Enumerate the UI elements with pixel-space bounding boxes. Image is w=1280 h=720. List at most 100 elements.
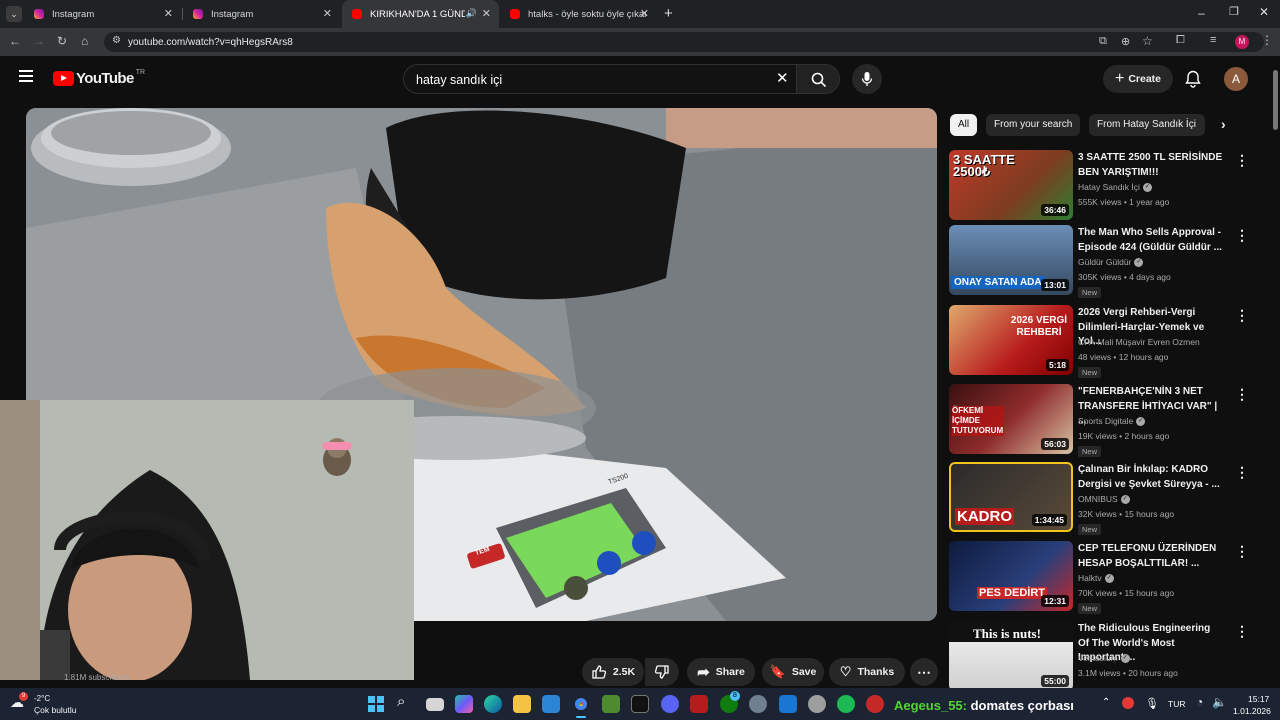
close-tab-icon[interactable]: ✕ <box>482 7 491 20</box>
save-button[interactable]: 🔖 Save <box>762 658 824 686</box>
more-actions-icon[interactable]: ⋮ <box>1235 464 1249 481</box>
close-tab-icon[interactable]: ✕ <box>164 7 173 20</box>
close-tab-icon[interactable]: ✕ <box>640 7 649 20</box>
more-actions-icon[interactable]: ⋮ <box>1235 307 1249 324</box>
voice-search-button[interactable] <box>852 64 882 94</box>
like-button[interactable]: 2.5K <box>582 658 644 686</box>
dislike-button[interactable] <box>645 658 679 686</box>
minimize-window-button[interactable]: – <box>1198 6 1205 20</box>
video-thumbnail[interactable]: ONAY SATAN ADA 13:01 <box>949 225 1073 295</box>
recommendation-item[interactable]: ONAY SATAN ADA 13:01 The Man Who Sells A… <box>949 225 1259 298</box>
chip-all[interactable]: All <box>950 114 978 136</box>
channel-name[interactable]: Sports Digitale ✓ <box>1078 416 1146 427</box>
install-app-icon[interactable]: ⧉ <box>1099 35 1107 48</box>
task-view-icon[interactable] <box>426 698 444 711</box>
address-bar[interactable]: ⚙ youtube.com/watch?v=qhHegsRArs8 <box>104 32 1264 52</box>
chip-from-your-search[interactable]: From your search <box>986 114 1081 136</box>
more-options-button[interactable]: ⋯ <box>910 658 938 686</box>
browser-tab-instagram-2[interactable]: Instagram ✕ <box>183 0 340 28</box>
bookmark-star-icon[interactable]: ☆ <box>1142 34 1153 48</box>
new-tab-button[interactable]: + <box>664 5 673 22</box>
clock-date[interactable]: 1.01.2026 <box>1233 706 1271 716</box>
chips-next-icon[interactable]: › <box>1221 116 1226 132</box>
page-scrollbar[interactable] <box>1270 56 1280 688</box>
video-title[interactable]: CEP TELEFONU ÜZERİNDEN HESAP BOŞALTTILAR… <box>1078 542 1223 571</box>
app-icon[interactable] <box>808 695 826 713</box>
browser-tab-youtube-active[interactable]: KIRIKHAN'DA 1 GÜNDE NE 🔊 ✕ <box>342 0 499 28</box>
share-button[interactable]: ➦ Share <box>687 658 755 686</box>
reload-icon[interactable]: ↻ <box>57 34 67 48</box>
app-icon[interactable] <box>866 695 884 713</box>
recommendation-item[interactable]: ÖFKEMİ İÇİMDE TUTUYORUM 56:03 "FENERBAHÇ… <box>949 384 1259 457</box>
recommendation-item[interactable]: 2026 VERGİ REHBERİ 5:18 2026 Vergi Rehbe… <box>949 305 1259 378</box>
tab-search-button[interactable]: ⌄ <box>6 6 22 22</box>
video-title[interactable]: The Man Who Sells Approval - Episode 424… <box>1078 226 1223 255</box>
input-language[interactable]: TUR <box>1168 699 1185 709</box>
back-icon[interactable]: ← <box>9 34 21 48</box>
forward-icon[interactable]: → <box>33 34 45 48</box>
channel-name[interactable]: CPA-Mali Müşavir Evren Ozmen <box>1078 337 1200 347</box>
copilot-icon[interactable] <box>455 695 473 713</box>
profile-avatar[interactable]: M <box>1235 35 1249 49</box>
zoom-icon[interactable]: ⊕ <box>1121 35 1130 48</box>
account-avatar[interactable]: A <box>1224 67 1248 91</box>
media-controls-icon[interactable]: ≡ <box>1210 34 1216 46</box>
edge-browser-icon[interactable] <box>484 695 502 713</box>
search-button[interactable] <box>796 64 840 94</box>
search-taskbar-icon[interactable]: ⌕ <box>397 693 405 710</box>
channel-name[interactable]: Hatay Sandık İçi ✓ <box>1078 182 1152 193</box>
more-actions-icon[interactable]: ⋮ <box>1235 386 1249 403</box>
audio-playing-icon[interactable]: 🔊 <box>466 8 477 19</box>
microsoft-store-icon[interactable] <box>542 695 560 713</box>
xbox-icon[interactable]: 8 <box>720 691 740 713</box>
channel-name[interactable]: Güldür Güldür ✓ <box>1078 257 1144 268</box>
browser-menu-icon[interactable]: ⋮ <box>1261 33 1273 47</box>
video-thumbnail[interactable]: This is nuts! 55:00 <box>949 621 1073 691</box>
capcut-icon[interactable] <box>631 695 649 713</box>
spotify-icon[interactable] <box>837 695 855 713</box>
microphone-tray-icon[interactable]: 🎙 <box>1145 697 1159 710</box>
browser-tab-youtube-2[interactable]: htalks - öyle soktu öyle çıkardı ✕ <box>500 0 657 28</box>
site-info-icon[interactable]: ⚙ <box>112 35 121 46</box>
tray-app-icon[interactable] <box>1122 697 1134 709</box>
app-icon[interactable] <box>690 695 708 713</box>
chrome-browser-icon[interactable] <box>572 695 590 713</box>
recommendation-item[interactable]: KADRO 1:34:45 Çalınan Bir İnkılap: KADRO… <box>949 462 1259 535</box>
channel-name[interactable]: Halktv ✓ <box>1078 573 1114 584</box>
recommendation-item[interactable]: This is nuts! 55:00 The Ridiculous Engin… <box>949 621 1259 693</box>
extensions-icon[interactable]: ⧠ <box>1176 34 1185 47</box>
channel-name[interactable]: OMNIBUS ✓ <box>1078 494 1130 505</box>
more-actions-icon[interactable]: ⋮ <box>1235 152 1249 169</box>
channel-name[interactable]: Veritasium ✓ <box>1078 653 1130 664</box>
discord-icon[interactable] <box>661 695 679 713</box>
recommendation-item[interactable]: 3 SAATTE 2500₺ 36:46 3 SAATTE 2500 TL SER… <box>949 150 1259 222</box>
thanks-button[interactable]: ♡ Thanks <box>829 658 905 686</box>
video-title[interactable]: Çalınan Bir İnkılap: KADRO Dergisi ve Şe… <box>1078 463 1223 492</box>
video-thumbnail[interactable]: ÖFKEMİ İÇİMDE TUTUYORUM 56:03 <box>949 384 1073 454</box>
chip-from-channel[interactable]: From Hatay Sandık İçi <box>1089 114 1205 136</box>
notifications-bell-icon[interactable] <box>1185 70 1201 88</box>
restore-window-button[interactable]: ❐ <box>1229 5 1239 18</box>
youtube-logo[interactable]: YouTube TR <box>53 69 145 87</box>
more-actions-icon[interactable]: ⋮ <box>1235 227 1249 244</box>
file-explorer-icon[interactable] <box>513 695 531 713</box>
video-thumbnail[interactable]: 2026 VERGİ REHBERİ 5:18 <box>949 305 1073 375</box>
video-thumbnail[interactable]: PES DEDİRT 12:31 <box>949 541 1073 611</box>
video-title[interactable]: 3 SAATTE 2500 TL SERİSİNDE BEN YARIŞTIM!… <box>1078 151 1223 180</box>
home-icon[interactable]: ⌂ <box>81 34 88 48</box>
windows-start-icon[interactable] <box>368 696 384 712</box>
video-thumbnail[interactable]: 3 SAATTE 2500₺ 36:46 <box>949 150 1073 220</box>
clock-time[interactable]: 15:17 <box>1248 694 1269 704</box>
hamburger-menu-icon[interactable] <box>19 70 33 82</box>
search-input[interactable]: hatay sandık içi <box>403 64 796 94</box>
mail-app-icon[interactable] <box>779 695 797 713</box>
volume-icon[interactable]: 🔈 <box>1212 695 1227 709</box>
minecraft-icon[interactable] <box>602 695 620 713</box>
browser-tab-instagram-1[interactable]: Instagram ✕ <box>24 0 181 28</box>
wifi-icon[interactable]: ◔ <box>1196 695 1203 709</box>
weather-widget[interactable]: ☁ 9 -2°C Çok bulutlu <box>10 692 90 716</box>
more-actions-icon[interactable]: ⋮ <box>1235 543 1249 560</box>
scrollbar-thumb[interactable] <box>1273 70 1278 130</box>
close-window-button[interactable]: ✕ <box>1259 5 1269 19</box>
tray-overflow-icon[interactable]: ⌃ <box>1102 697 1110 708</box>
